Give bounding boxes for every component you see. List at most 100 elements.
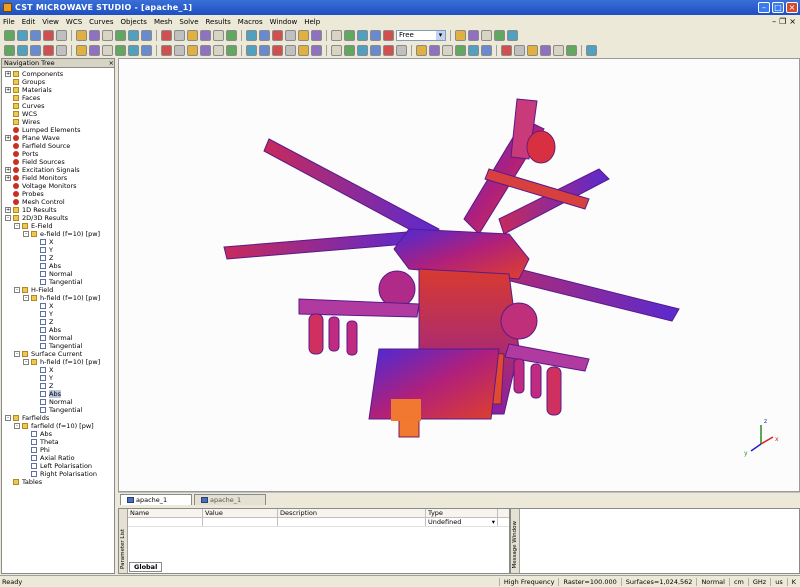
toolbar-tool-icon[interactable] xyxy=(213,44,224,56)
tree-item[interactable]: - Surface Current xyxy=(14,350,82,358)
tree-item[interactable]: - farfield (f=10) [pw] xyxy=(14,422,94,430)
tree-item[interactable]: Y xyxy=(32,310,53,318)
toolbar-tool-icon[interactable] xyxy=(226,29,237,41)
toolbar-tool-icon[interactable] xyxy=(357,29,368,41)
column-header-type[interactable]: Type xyxy=(426,509,498,517)
tree-item[interactable]: Y xyxy=(32,374,53,382)
toolbar-tool-icon[interactable] xyxy=(298,29,309,41)
toolbar-tool-icon[interactable] xyxy=(115,29,126,41)
tree-item[interactable]: - H-Field xyxy=(14,286,53,294)
expand-icon[interactable]: + xyxy=(5,167,11,173)
tree-item[interactable]: - 2D/3D Results xyxy=(5,214,68,222)
menu-mesh[interactable]: Mesh xyxy=(154,18,172,26)
tree-item[interactable]: Probes xyxy=(5,190,44,198)
collapse-icon[interactable]: - xyxy=(23,359,29,365)
tree-item[interactable]: Z xyxy=(32,318,53,326)
tree-item[interactable]: Abs xyxy=(32,390,61,398)
navigation-close-icon[interactable]: × xyxy=(109,59,114,67)
toolbar-tool-icon[interactable] xyxy=(344,29,355,41)
tree-item[interactable]: + Excitation Signals xyxy=(5,166,80,174)
toolbar-tool-icon[interactable] xyxy=(429,44,440,56)
toolbar-tool-icon[interactable] xyxy=(174,29,185,41)
toolbar-tool-icon[interactable] xyxy=(43,29,54,41)
tree-item[interactable]: Tangential xyxy=(32,342,82,350)
toolbar-tool-icon[interactable] xyxy=(481,29,492,41)
toolbar-tool-icon[interactable] xyxy=(553,44,564,56)
mdi-close-icon[interactable]: × xyxy=(789,17,796,26)
expand-icon[interactable]: + xyxy=(5,135,11,141)
tree-item[interactable]: Wires xyxy=(5,118,40,126)
toolbar-tool-icon[interactable] xyxy=(76,44,87,56)
menu-results[interactable]: Results xyxy=(206,18,231,26)
tree-item[interactable]: + Field Monitors xyxy=(5,174,67,182)
toolbar-tool-icon[interactable] xyxy=(311,44,322,56)
toolbar-tool-icon[interactable] xyxy=(468,44,479,56)
toolbar-tool-icon[interactable] xyxy=(56,44,67,56)
toolbar-tool-icon[interactable] xyxy=(102,44,113,56)
type-cell[interactable]: Undefined xyxy=(428,518,461,526)
tree-item[interactable]: Abs xyxy=(32,262,61,270)
toolbar-tool-icon[interactable] xyxy=(4,29,15,41)
toolbar-tool-icon[interactable] xyxy=(455,29,466,41)
toolbar-tool-icon[interactable] xyxy=(102,29,113,41)
collapse-icon[interactable]: - xyxy=(14,287,20,293)
toolbar-tool-icon[interactable] xyxy=(285,29,296,41)
toolbar-tool-icon[interactable] xyxy=(128,29,139,41)
mdi-restore-icon[interactable]: ❐ xyxy=(779,17,786,26)
toolbar-tool-icon[interactable] xyxy=(141,44,152,56)
mode-select[interactable]: Free ▾ xyxy=(396,29,446,41)
tree-item[interactable]: Z xyxy=(32,254,53,262)
toolbar-tool-icon[interactable] xyxy=(56,29,67,41)
chevron-down-icon[interactable]: ▾ xyxy=(436,30,445,40)
tree-item[interactable]: - h-field (f=10) [pw] xyxy=(23,358,100,366)
toolbar-tool-icon[interactable] xyxy=(187,29,198,41)
toolbar-tool-icon[interactable] xyxy=(442,44,453,56)
toolbar-tool-icon[interactable] xyxy=(115,44,126,56)
global-tab[interactable]: Global xyxy=(129,562,163,572)
menu-objects[interactable]: Objects xyxy=(120,18,146,26)
column-header-value[interactable]: Value xyxy=(203,509,278,517)
toolbar-tool-icon[interactable] xyxy=(272,44,283,56)
toolbar-tool-icon[interactable] xyxy=(481,44,492,56)
toolbar-tool-icon[interactable] xyxy=(128,44,139,56)
collapse-icon[interactable]: - xyxy=(23,295,29,301)
toolbar-tool-icon[interactable] xyxy=(4,44,15,56)
toolbar-tool-icon[interactable] xyxy=(331,44,342,56)
toolbar-tool-icon[interactable] xyxy=(226,44,237,56)
toolbar-tool-icon[interactable] xyxy=(272,29,283,41)
toolbar-tool-icon[interactable] xyxy=(455,44,466,56)
toolbar-tool-icon[interactable] xyxy=(246,29,257,41)
tree-item[interactable]: X xyxy=(32,238,53,246)
tree-item[interactable]: Tangential xyxy=(32,406,82,414)
tree-item[interactable]: +1D Results xyxy=(5,206,57,214)
tree-item[interactable]: Faces xyxy=(5,94,40,102)
toolbar-tool-icon[interactable] xyxy=(141,29,152,41)
toolbar-tool-icon[interactable] xyxy=(89,29,100,41)
tree-item[interactable]: Ports xyxy=(5,150,38,158)
expand-icon[interactable]: + xyxy=(5,71,11,77)
collapse-icon[interactable]: - xyxy=(5,215,11,221)
toolbar-tool-icon[interactable] xyxy=(468,29,479,41)
toolbar-tool-icon[interactable] xyxy=(174,44,185,56)
maximize-button[interactable]: □ xyxy=(772,2,784,13)
minimize-button[interactable]: – xyxy=(758,2,770,13)
collapse-icon[interactable]: - xyxy=(14,423,20,429)
menu-macros[interactable]: Macros xyxy=(238,18,263,26)
helicopter-model-view[interactable]: z x y xyxy=(119,59,799,491)
tree-item[interactable]: - h-field (f=10) [pw] xyxy=(23,294,100,302)
tree-item[interactable]: - e-field (f=10) [pw] xyxy=(23,230,100,238)
tree-item[interactable]: Normal xyxy=(32,398,73,406)
tree-item[interactable]: Z xyxy=(32,382,53,390)
toolbar-tool-icon[interactable] xyxy=(259,29,270,41)
toolbar-tool-icon[interactable] xyxy=(213,29,224,41)
tree-item[interactable]: Left Polarisation xyxy=(23,462,92,470)
menu-curves[interactable]: Curves xyxy=(89,18,113,26)
document-tab[interactable]: apache_1 xyxy=(120,494,192,505)
tree-item[interactable]: - Farfields xyxy=(5,414,49,422)
toolbar-tool-icon[interactable] xyxy=(383,29,394,41)
toolbar-tool-icon[interactable] xyxy=(187,44,198,56)
toolbar-tool-icon[interactable] xyxy=(566,44,577,56)
collapse-icon[interactable]: - xyxy=(14,351,20,357)
toolbar-tool-icon[interactable] xyxy=(30,44,41,56)
tree-item[interactable]: X xyxy=(32,302,53,310)
